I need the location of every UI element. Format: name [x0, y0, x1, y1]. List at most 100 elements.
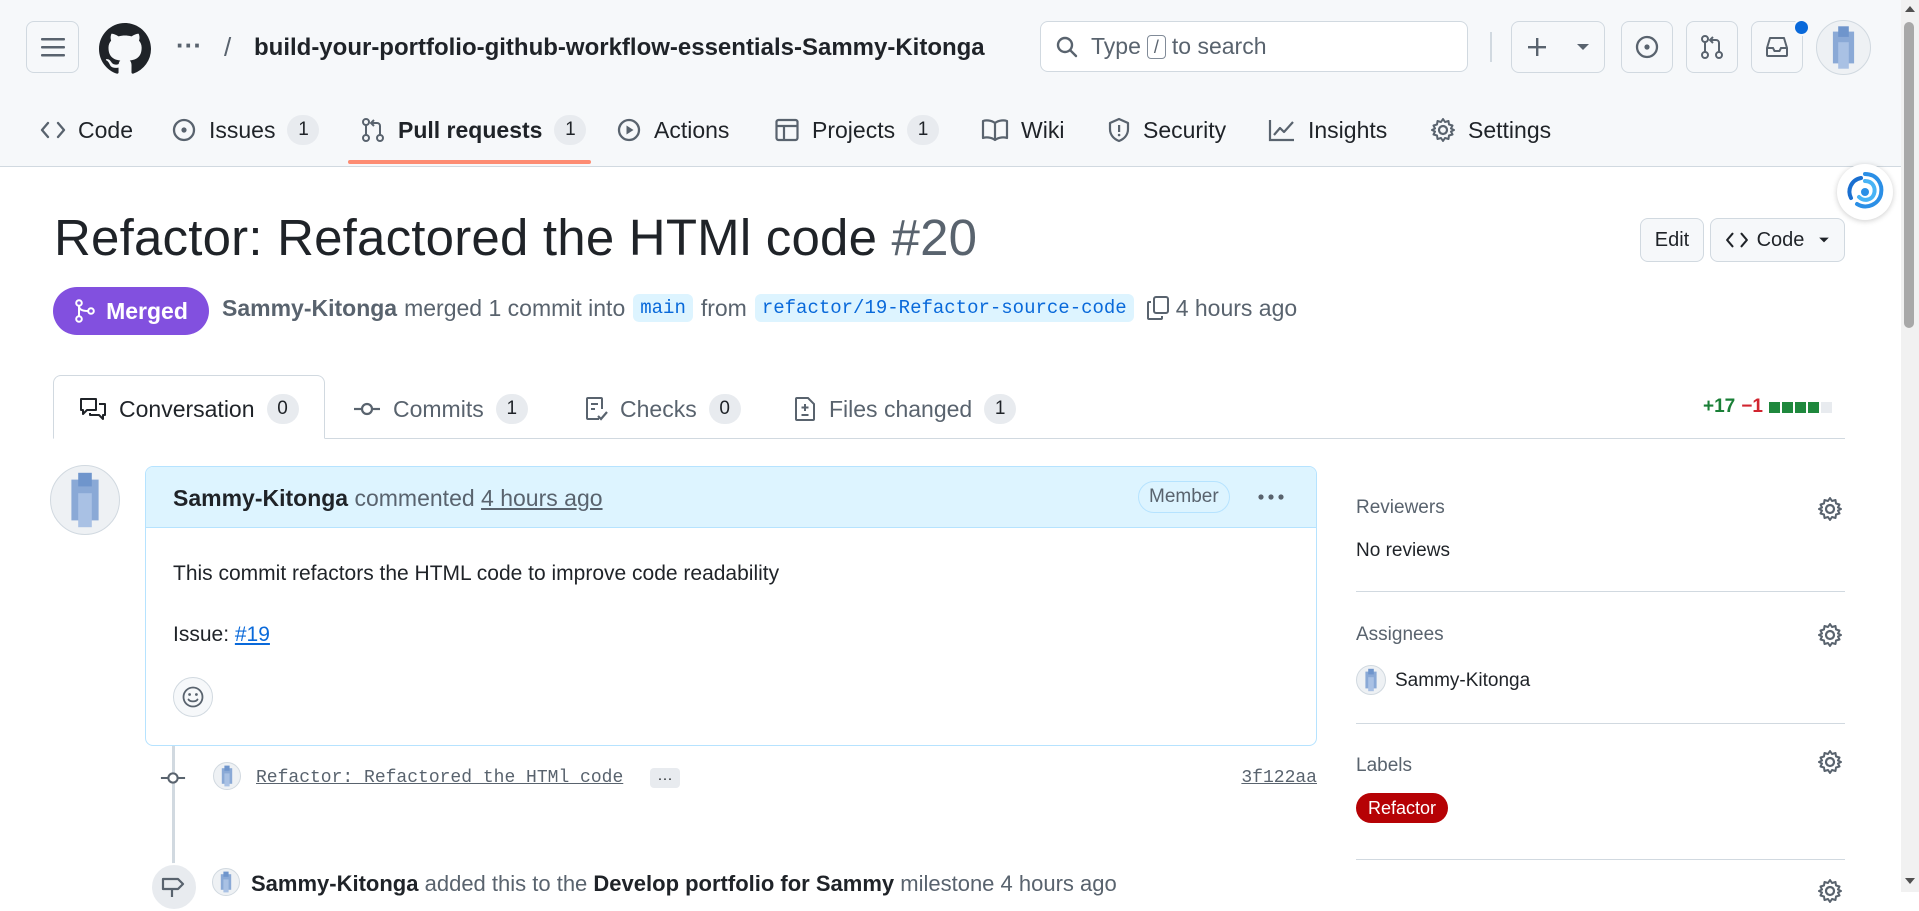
diffstat-block-added: [1768, 401, 1780, 413]
repo-name-link[interactable]: build-your-portfolio-github-workflow-ess…: [254, 34, 985, 62]
graph-icon: [1268, 120, 1294, 142]
nav-pull-requests-label: Pull requests: [398, 116, 543, 143]
hamburger-icon: [40, 38, 65, 57]
checklist-icon: [586, 397, 608, 421]
sidebar-labels-section: [1356, 723, 1845, 860]
milestone-icon: [161, 877, 185, 897]
comment-author-line: Sammy-Kitonga commented 4 hours ago: [173, 485, 603, 512]
commit-sha-link[interactable]: 3f122aa: [1241, 768, 1317, 788]
issue-ref-link[interactable]: #19: [235, 623, 270, 646]
comment-options-button[interactable]: [1251, 481, 1291, 513]
nav-actions[interactable]: Actions: [616, 108, 729, 152]
kebab-horizontal-icon: [1258, 494, 1284, 500]
book-icon: [981, 119, 1009, 142]
nav-projects-label: Projects: [812, 116, 896, 143]
base-branch[interactable]: main: [633, 294, 693, 322]
assignee-avatar[interactable]: [1356, 665, 1386, 695]
nav-projects[interactable]: Projects 1: [774, 108, 940, 152]
gear-icon[interactable]: [1817, 496, 1843, 522]
commit-expand-button[interactable]: ···: [650, 768, 680, 788]
page-title: Refactor: Refactored the HTMl code #20: [54, 208, 977, 267]
nav-code[interactable]: Code: [40, 108, 133, 152]
nav-settings-label: Settings: [1468, 116, 1552, 143]
breadcrumb-more-button[interactable]: ···: [176, 30, 202, 61]
gear-icon[interactable]: [1817, 878, 1843, 904]
tab-files-changed[interactable]: Files changed 1: [793, 387, 1017, 431]
timeline-commit: Refactor: Refactored the HTMl code ··· 3…: [160, 762, 1317, 796]
avatar-identicon-icon: [221, 765, 233, 787]
tab-conversation-label: Conversation: [119, 395, 255, 422]
diffstat-block-neutral: [1820, 401, 1832, 413]
code-dropdown-button[interactable]: Code: [1710, 218, 1845, 262]
tab-checks[interactable]: Checks 0: [584, 387, 741, 431]
nav-pull-requests[interactable]: Pull requests 1: [360, 108, 587, 152]
search-shortcut-key: /: [1146, 34, 1166, 59]
tab-conversation[interactable]: Conversation 0: [79, 387, 299, 431]
milestone-event-badge: [150, 863, 198, 911]
nav-projects-counter: 1: [907, 115, 940, 145]
label-refactor[interactable]: Refactor: [1356, 793, 1449, 823]
sidebar-labels-heading: Labels: [1356, 755, 1412, 776]
sidebar-assignees-heading: Assignees: [1356, 624, 1444, 645]
create-new-button[interactable]: [1511, 21, 1605, 73]
diffstat-block-added: [1781, 401, 1793, 413]
code-icon: [1725, 232, 1748, 248]
gear-icon[interactable]: [1817, 749, 1843, 775]
sidebar-reviewers-value: No reviews: [1356, 540, 1450, 561]
tab-checks-label: Checks: [620, 395, 697, 422]
search-input[interactable]: Type / to search: [1040, 21, 1468, 72]
pull-requests-button[interactable]: [1686, 21, 1738, 73]
pr-author-link[interactable]: Sammy-Kitonga: [222, 295, 397, 322]
event-time: 4 hours ago: [1000, 871, 1117, 896]
diffstat-deletions: −1: [1741, 396, 1763, 417]
nav-pull-requests-counter: 1: [554, 115, 587, 145]
git-commit-icon: [160, 772, 186, 784]
comment-timestamp-link[interactable]: 4 hours ago: [481, 485, 602, 511]
comment-issue-line: Issue: #19: [173, 623, 270, 647]
comment-author-avatar[interactable]: [50, 465, 120, 535]
assistant-float-button[interactable]: [1837, 164, 1893, 220]
nav-issues[interactable]: Issues 1: [171, 108, 320, 152]
table-icon: [775, 118, 799, 142]
event-actor-link[interactable]: Sammy-Kitonga: [251, 871, 418, 896]
nav-insights[interactable]: Insights: [1268, 108, 1387, 152]
comment-author-link[interactable]: Sammy-Kitonga: [173, 485, 348, 511]
copy-icon[interactable]: [1146, 295, 1170, 321]
tab-commits[interactable]: Commits 1: [353, 387, 528, 431]
nav-wiki[interactable]: Wiki: [981, 108, 1064, 152]
edit-button[interactable]: Edit: [1640, 218, 1704, 262]
comment-header: Sammy-Kitonga commented 4 hours ago Memb…: [146, 467, 1316, 528]
diffstat-block-added: [1794, 401, 1806, 413]
assignee-link[interactable]: Sammy-Kitonga: [1395, 670, 1530, 692]
commit-message-link[interactable]: Refactor: Refactored the HTMl code: [256, 768, 623, 788]
comment-body-text: This commit refactors the HTML code to i…: [173, 562, 780, 585]
milestone-link[interactable]: Develop portfolio for Sammy: [593, 871, 894, 896]
head-branch[interactable]: refactor/19-Refactor-source-code: [754, 294, 1134, 322]
add-reaction-button[interactable]: [173, 677, 213, 717]
menu-button[interactable]: [26, 21, 79, 73]
avatar-identicon-icon: [1365, 668, 1377, 692]
scrollbar-thumb[interactable]: [1904, 22, 1914, 328]
pr-title-text: Refactor: Refactored the HTMl code: [54, 209, 878, 266]
tab-files-changed-label: Files changed: [829, 395, 973, 422]
gear-icon: [1431, 118, 1455, 142]
nav-security-label: Security: [1143, 116, 1227, 143]
user-avatar[interactable]: [1816, 20, 1871, 75]
github-logo-icon[interactable]: [99, 23, 151, 75]
file-diff-icon: [795, 397, 815, 421]
scroll-down-arrow-icon[interactable]: [1904, 876, 1916, 886]
gear-icon[interactable]: [1817, 622, 1843, 648]
pr-time: 4 hours ago: [1175, 294, 1298, 321]
diffstat-additions: +17: [1703, 396, 1736, 417]
comment-discussion-icon: [80, 398, 106, 420]
event-text-1: added this to the: [424, 871, 588, 896]
issues-button[interactable]: [1621, 21, 1673, 73]
member-role-badge: Member: [1138, 481, 1230, 513]
commit-author-avatar[interactable]: [213, 762, 241, 790]
triangle-down-icon: [1577, 44, 1589, 50]
nav-settings[interactable]: Settings: [1430, 108, 1551, 152]
scroll-up-arrow-icon[interactable]: [1904, 4, 1916, 14]
nav-security[interactable]: Security: [1107, 108, 1226, 152]
sidebar-reviewers-heading: Reviewers: [1356, 497, 1445, 518]
swirl-logo-icon: [1847, 172, 1884, 209]
